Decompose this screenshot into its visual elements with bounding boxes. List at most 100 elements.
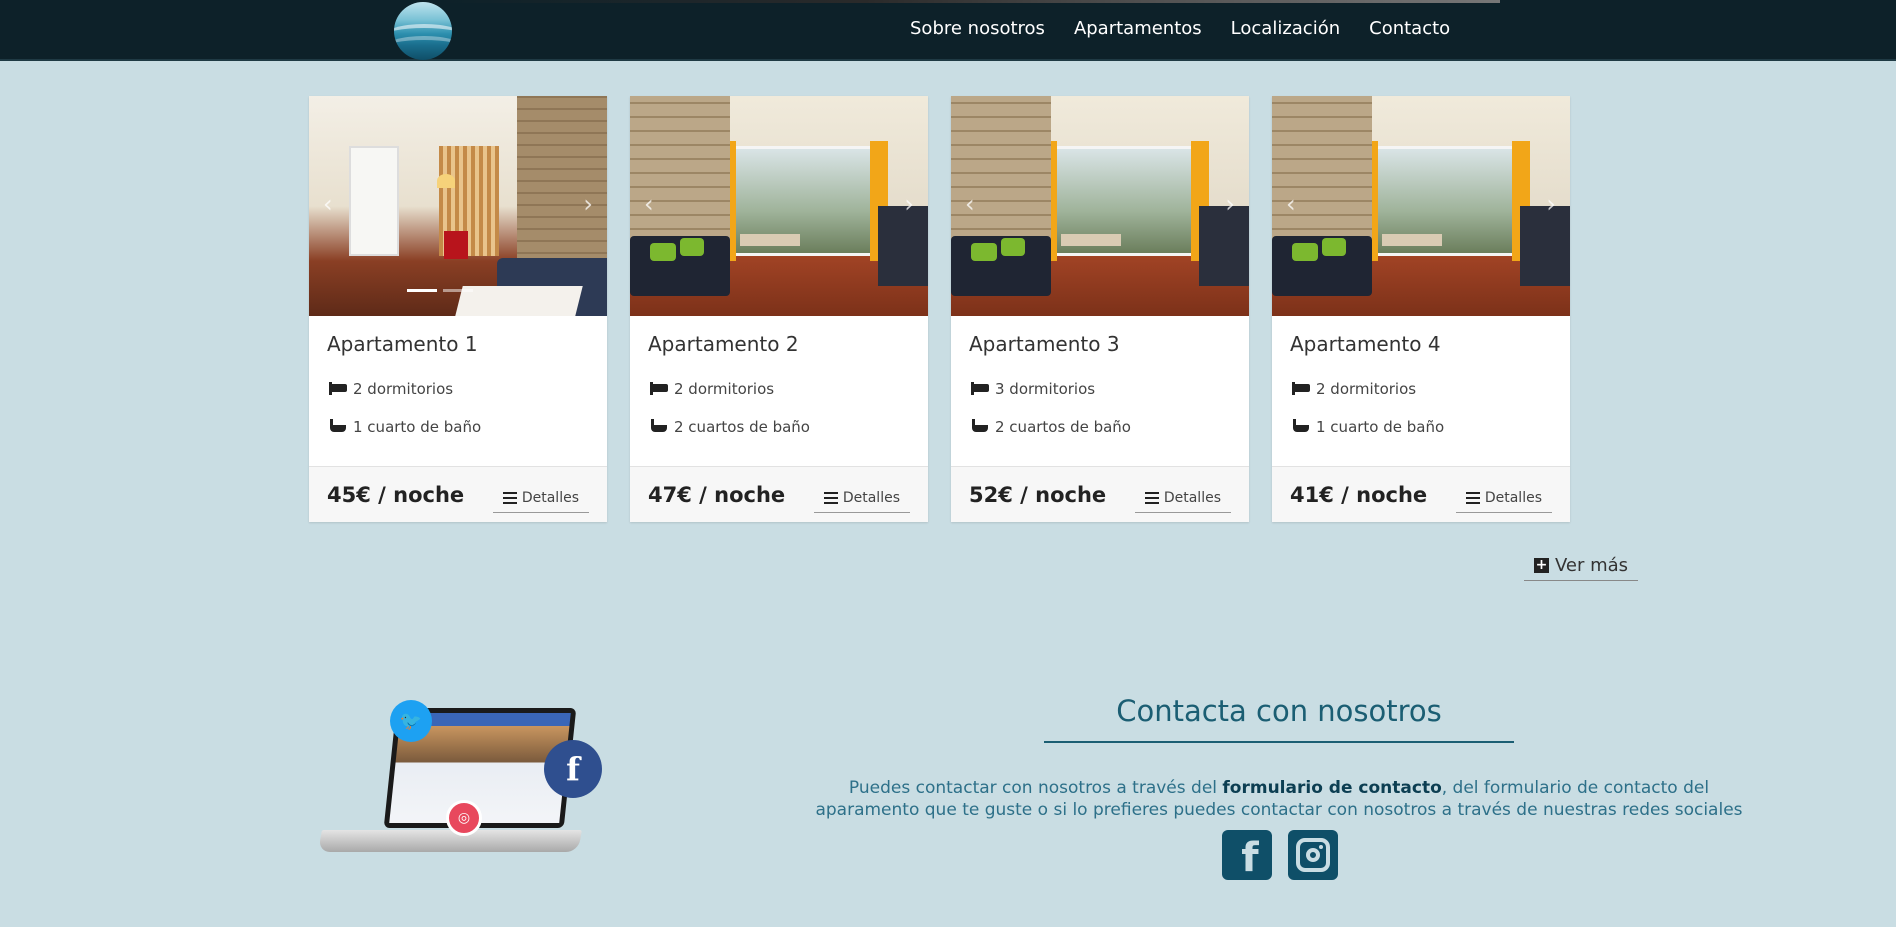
bathrooms-label: 1 cuarto de baño	[1316, 418, 1445, 436]
bathrooms-info: 2 cuartos de baño	[969, 408, 1231, 446]
ver-mas-button[interactable]: + Ver más	[1524, 551, 1639, 581]
apartment-carousel[interactable]: ‹ ›	[630, 96, 928, 316]
contact-title-divider	[1044, 741, 1514, 743]
details-button[interactable]: Detalles	[813, 484, 910, 513]
details-button[interactable]: Detalles	[1455, 484, 1552, 513]
plus-square-icon: +	[1534, 557, 1549, 573]
bed-icon	[648, 380, 670, 398]
apartment-carousel[interactable]: ‹ ›	[309, 96, 607, 316]
apartment-photo	[951, 96, 1249, 316]
apartment-card: ‹ › Apartamento 1 2 dormitorios 1 cuarto…	[309, 96, 607, 522]
details-label: Detalles	[1484, 490, 1542, 506]
list-icon	[823, 492, 838, 504]
card-footer: 47€ / noche Detalles	[630, 466, 928, 522]
contact-text-before: Puedes contactar con nosotros a través d…	[848, 778, 1223, 798]
bath-icon	[327, 418, 349, 436]
main-nav: Sobre nosotros Apartamentos Localización…	[910, 18, 1450, 39]
bedrooms-label: 2 dormitorios	[353, 380, 454, 398]
nav-item-apartamentos[interactable]: Apartamentos	[1074, 18, 1202, 39]
carousel-prev-icon[interactable]: ‹	[1286, 192, 1296, 216]
twitter-bubble-icon: 🐦	[390, 700, 432, 742]
bathrooms-label: 2 cuartos de baño	[674, 418, 810, 436]
instagram-glyph	[1296, 838, 1330, 872]
bed-icon	[327, 380, 349, 398]
apartment-card: ‹ › Apartamento 4 2 dormitorios 1 cuarto…	[1272, 96, 1570, 522]
bath-icon	[1290, 418, 1312, 436]
site-logo[interactable]	[394, 2, 452, 60]
apartment-title: Apartamento 1	[327, 332, 478, 356]
price-label: 47€ / noche	[648, 482, 786, 507]
carousel-next-icon[interactable]: ›	[1546, 192, 1556, 216]
price-label: 52€ / noche	[969, 482, 1107, 507]
social-links: f	[1222, 830, 1338, 881]
details-button[interactable]: Detalles	[1134, 484, 1231, 513]
navbar: Sobre nosotros Apartamentos Localización…	[0, 0, 1896, 61]
list-icon	[1465, 492, 1480, 504]
list-icon	[1144, 492, 1159, 504]
bath-icon	[648, 418, 670, 436]
card-body: Apartamento 1 2 dormitorios 1 cuarto de …	[309, 316, 607, 466]
apartment-photo	[1272, 96, 1570, 316]
bathrooms-info: 2 cuartos de baño	[648, 408, 910, 446]
apartment-carousel[interactable]: ‹ ›	[1272, 96, 1570, 316]
bathrooms-label: 1 cuarto de baño	[353, 418, 482, 436]
card-footer: 41€ / noche Detalles	[1272, 466, 1570, 522]
details-label: Detalles	[1163, 490, 1221, 506]
apartment-card: ‹ › Apartamento 3 3 dormitorios 2 cuarto…	[951, 96, 1249, 522]
carousel-prev-icon[interactable]: ‹	[323, 192, 333, 216]
card-footer: 52€ / noche Detalles	[951, 466, 1249, 522]
instagram-icon[interactable]	[1288, 830, 1338, 880]
carousel-indicator[interactable]	[407, 289, 437, 292]
bedrooms-info: 2 dormitorios	[648, 370, 910, 408]
bathrooms-label: 2 cuartos de baño	[995, 418, 1131, 436]
card-body: Apartamento 4 2 dormitorios 1 cuarto de …	[1272, 316, 1570, 466]
price-label: 45€ / noche	[327, 482, 465, 507]
carousel-indicators	[407, 289, 473, 292]
laptop-base	[318, 830, 582, 852]
nav-item-contacto[interactable]: Contacto	[1369, 18, 1450, 39]
bedrooms-info: 2 dormitorios	[327, 370, 589, 408]
details-button[interactable]: Detalles	[492, 484, 589, 513]
price-label: 41€ / noche	[1290, 482, 1428, 507]
card-footer: 45€ / noche Detalles	[309, 466, 607, 522]
instagram-bubble-icon: ◎	[446, 800, 482, 836]
card-body: Apartamento 3 3 dormitorios 2 cuartos de…	[951, 316, 1249, 466]
facebook-icon[interactable]: f	[1222, 830, 1272, 881]
contact-title: Contacta con nosotros	[1116, 694, 1442, 728]
apartment-photo	[309, 96, 607, 316]
bath-icon	[969, 418, 991, 436]
apartment-card: ‹ › Apartamento 2 2 dormitorios 2 cuarto…	[630, 96, 928, 522]
bathrooms-info: 1 cuarto de baño	[327, 408, 589, 446]
card-body: Apartamento 2 2 dormitorios 2 cuartos de…	[630, 316, 928, 466]
bedrooms-label: 3 dormitorios	[995, 380, 1096, 398]
details-label: Detalles	[842, 490, 900, 506]
details-label: Detalles	[521, 490, 579, 506]
bed-icon	[1290, 380, 1312, 398]
carousel-prev-icon[interactable]: ‹	[965, 192, 975, 216]
apartment-carousel[interactable]: ‹ ›	[951, 96, 1249, 316]
carousel-next-icon[interactable]: ›	[1225, 192, 1235, 216]
bedrooms-label: 2 dormitorios	[674, 380, 775, 398]
bed-icon	[969, 380, 991, 398]
carousel-next-icon[interactable]: ›	[904, 192, 914, 216]
ver-mas-label: Ver más	[1555, 555, 1629, 576]
facebook-bubble-icon: f	[544, 740, 602, 798]
contact-form-link[interactable]: formulario de contacto	[1222, 778, 1441, 798]
bedrooms-label: 2 dormitorios	[1316, 380, 1417, 398]
carousel-next-icon[interactable]: ›	[583, 192, 593, 216]
apartment-title: Apartamento 3	[969, 332, 1120, 356]
contact-description: Puedes contactar con nosotros a través d…	[806, 777, 1752, 821]
carousel-indicator[interactable]	[443, 289, 473, 292]
apartment-photo	[630, 96, 928, 316]
apartment-title: Apartamento 2	[648, 332, 799, 356]
navbar-top-line	[440, 0, 1500, 3]
facebook-letter: f	[1241, 835, 1259, 881]
bedrooms-info: 2 dormitorios	[1290, 370, 1552, 408]
nav-item-sobre-nosotros[interactable]: Sobre nosotros	[910, 18, 1045, 39]
bedrooms-info: 3 dormitorios	[969, 370, 1231, 408]
nav-item-localizacion[interactable]: Localización	[1231, 18, 1340, 39]
apartment-title: Apartamento 4	[1290, 332, 1441, 356]
bathrooms-info: 1 cuarto de baño	[1290, 408, 1552, 446]
carousel-prev-icon[interactable]: ‹	[644, 192, 654, 216]
list-icon	[502, 492, 517, 504]
